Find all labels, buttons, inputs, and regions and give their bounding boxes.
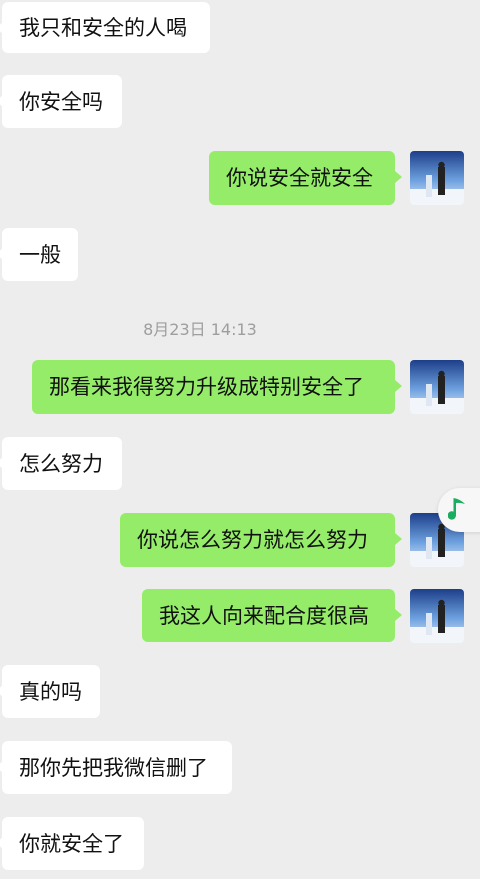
incoming-message-bubble[interactable]: 一般 [0,228,78,281]
message-text: 我只和安全的人喝 [19,15,187,40]
incoming-message-bubble[interactable]: 你就安全了 [0,817,144,870]
avatar-photo-icon [410,151,464,205]
incoming-message-bubble[interactable]: 我只和安全的人喝 [0,2,210,53]
avatar-photo-icon [410,589,464,643]
chat-message-list[interactable]: 我只和安全的人喝 你安全吗 你说安全就安全 一般 8月23日 14:13 那看来… [0,0,480,879]
outgoing-message-bubble[interactable]: 我这人向来配合度很高 [142,589,402,642]
incoming-message-bubble[interactable]: 真的吗 [0,665,100,718]
outgoing-message-bubble[interactable]: 你说怎么努力就怎么努力 [120,513,402,567]
floating-music-button[interactable] [438,488,480,532]
avatar[interactable] [410,360,464,414]
avatar[interactable] [410,589,464,643]
incoming-message-bubble[interactable]: 那你先把我微信删了 [0,741,232,794]
music-note-icon [448,498,465,520]
message-text: 那你先把我微信删了 [19,755,208,780]
incoming-message-bubble[interactable]: 怎么努力 [0,437,122,490]
message-text: 你说安全就安全 [226,166,373,190]
outgoing-message-bubble[interactable]: 那看来我得努力升级成特别安全了 [32,360,402,414]
message-text: 你安全吗 [19,89,103,114]
avatar[interactable] [410,151,464,205]
incoming-message-bubble[interactable]: 你安全吗 [0,75,122,128]
message-text: 一般 [19,242,61,267]
message-text: 怎么努力 [19,451,103,476]
avatar-photo-icon [410,360,464,414]
outgoing-message-bubble[interactable]: 你说安全就安全 [209,151,402,205]
message-text: 真的吗 [19,679,82,704]
message-text: 你说怎么努力就怎么努力 [137,528,368,552]
message-text: 你就安全了 [19,831,124,856]
timestamp: 8月23日 14:13 [143,320,257,339]
message-text: 我这人向来配合度很高 [159,603,369,628]
message-text: 那看来我得努力升级成特别安全了 [49,375,364,399]
